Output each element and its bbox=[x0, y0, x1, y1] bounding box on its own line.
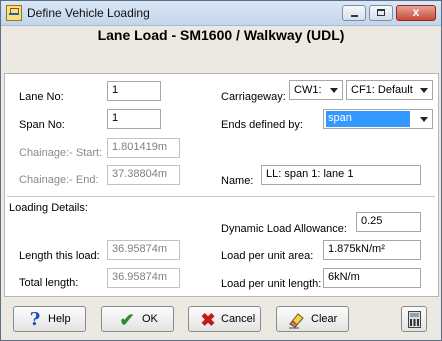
help-icon: ? bbox=[29, 309, 41, 330]
app-icon bbox=[6, 5, 22, 21]
ends-defined-by-label: Ends defined by: bbox=[221, 119, 303, 131]
section-divider bbox=[7, 196, 435, 198]
carriageway-select[interactable]: CW1: bbox=[289, 80, 343, 100]
chevron-down-icon[interactable] bbox=[418, 112, 430, 126]
span-no-field[interactable]: 1 bbox=[107, 109, 161, 129]
ok-button[interactable]: ✔ OK bbox=[101, 306, 174, 332]
maximize-button[interactable] bbox=[369, 5, 393, 21]
help-button-label: Help bbox=[48, 313, 71, 325]
span-no-label: Span No: bbox=[19, 119, 65, 131]
cancel-button-label: Cancel bbox=[221, 313, 256, 325]
chainage-end-field: 37.38804m bbox=[107, 165, 180, 185]
carriageway-config-value: CF1: Default bbox=[351, 84, 413, 96]
chainage-start-field: 1.801419m bbox=[107, 138, 180, 158]
load-per-unit-length-label: Load per unit length: bbox=[221, 278, 322, 290]
checkmark-icon: ✔ bbox=[119, 310, 135, 330]
ends-defined-by-value: span bbox=[326, 111, 410, 127]
title-bar[interactable]: Define Vehicle Loading x bbox=[1, 1, 441, 26]
chainage-start-label: Chainage:- Start: bbox=[19, 147, 103, 159]
name-field[interactable]: LL: span 1: lane 1 bbox=[261, 165, 421, 185]
chevron-down-icon[interactable] bbox=[418, 83, 430, 97]
dynamic-load-allowance-field[interactable]: 0.25 bbox=[356, 212, 421, 232]
eraser-icon bbox=[287, 311, 305, 329]
dynamic-load-allowance-label: Dynamic Load Allowance: bbox=[221, 223, 347, 235]
carriageway-label: Carriageway: bbox=[221, 91, 286, 103]
dialog-window: Define Vehicle Loading x Lane Load - SM1… bbox=[0, 0, 442, 341]
calculator-button[interactable] bbox=[401, 306, 427, 332]
load-per-unit-area-label: Load per unit area: bbox=[221, 250, 314, 262]
page-title: Lane Load - SM1600 / Walkway (UDL) bbox=[97, 27, 345, 43]
total-length-label: Total length: bbox=[19, 277, 79, 289]
calculator-icon bbox=[408, 311, 421, 328]
total-length-field: 36.95874m bbox=[107, 268, 180, 288]
chainage-end-label: Chainage:- End: bbox=[19, 174, 99, 186]
ok-button-label: OK bbox=[142, 313, 158, 325]
carriageway-value: CW1: bbox=[294, 84, 322, 96]
clear-button-label: Clear bbox=[311, 313, 338, 325]
load-per-unit-area-field[interactable]: 1.875kN/m² bbox=[323, 240, 421, 260]
length-this-load-label: Length this load: bbox=[19, 250, 100, 262]
cancel-button[interactable]: ✖ Cancel bbox=[188, 306, 261, 332]
load-per-unit-length-field[interactable]: 6kN/m bbox=[323, 268, 421, 288]
clear-button[interactable]: Clear bbox=[276, 306, 349, 332]
lane-no-label: Lane No: bbox=[19, 91, 64, 103]
minimize-button[interactable] bbox=[342, 5, 366, 21]
help-button[interactable]: ? Help bbox=[13, 306, 86, 332]
length-this-load-field: 36.95874m bbox=[107, 240, 180, 260]
ends-defined-by-select[interactable]: span bbox=[323, 109, 433, 129]
window-title: Define Vehicle Loading bbox=[27, 6, 150, 20]
carriageway-config-select[interactable]: CF1: Default bbox=[346, 80, 433, 100]
name-label: Name: bbox=[221, 175, 254, 187]
chevron-down-icon[interactable] bbox=[328, 83, 340, 97]
close-button[interactable]: x bbox=[396, 5, 436, 21]
close-icon: x bbox=[412, 5, 420, 19]
loading-details-label: Loading Details: bbox=[9, 202, 88, 214]
lane-no-field[interactable]: 1 bbox=[107, 81, 161, 101]
x-icon: ✖ bbox=[200, 310, 216, 330]
